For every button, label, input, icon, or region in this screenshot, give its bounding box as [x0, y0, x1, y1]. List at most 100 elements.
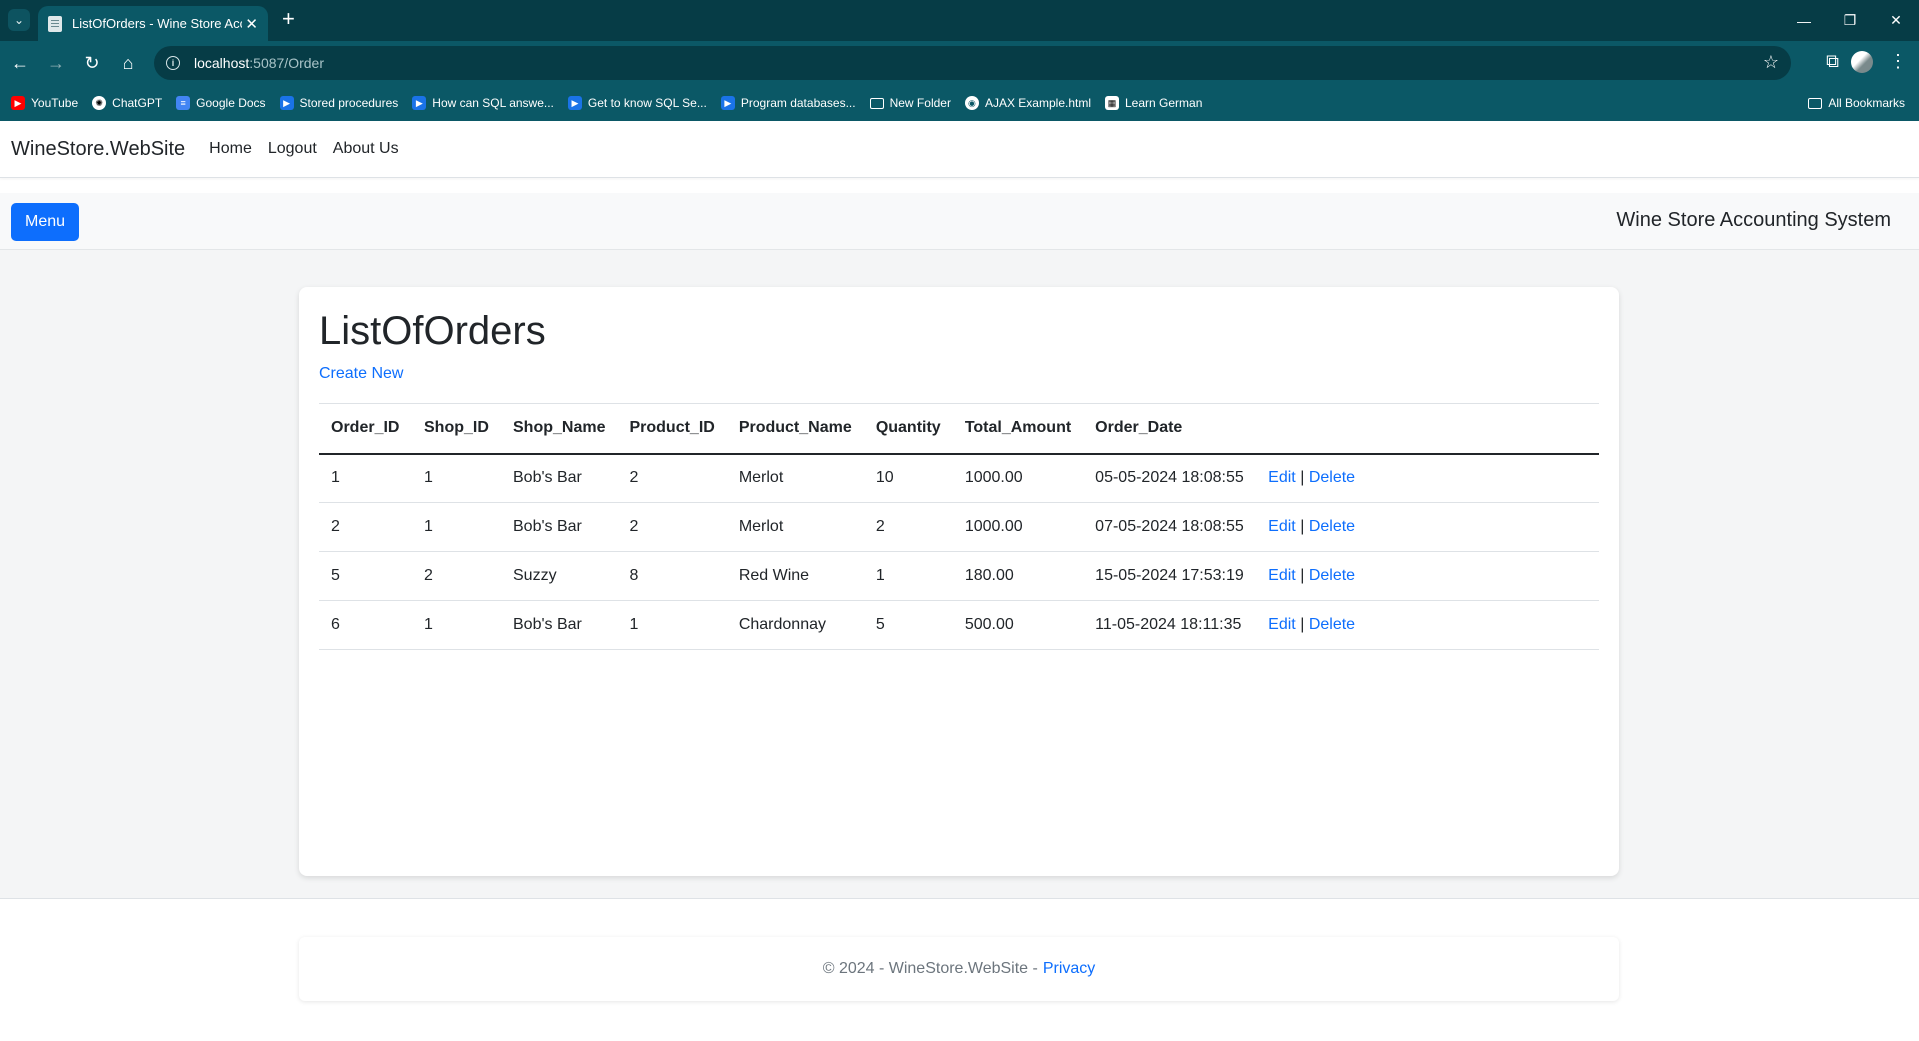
chatgpt-icon: ✺: [92, 96, 107, 110]
col-shop-name: Shop_Name: [513, 419, 606, 437]
bookmarks-bar: ▶ YouTube ✺ ChatGPT ≡ Google Docs ▶ Stored p…: [0, 85, 1919, 121]
privacy-link[interactable]: Privacy: [1043, 960, 1095, 978]
action-separator: |: [1300, 469, 1305, 487]
nav-logout[interactable]: Logout: [268, 140, 317, 158]
cell-actions: Edit | Delete: [1256, 503, 1599, 552]
bookmark-new-folder[interactable]: New Folder: [869, 96, 951, 110]
cell-shop-name: Bob's Bar: [513, 518, 582, 535]
brand-link[interactable]: WineStore.WebSite: [11, 138, 185, 161]
edit-link[interactable]: Edit: [1268, 567, 1296, 584]
bookmark-ajax-example[interactable]: ◉ AJAX Example.html: [964, 96, 1091, 110]
cell-order-id: 1: [331, 469, 340, 487]
cell-shop-id: 1: [424, 518, 433, 535]
cell-quantity: 10: [875, 469, 894, 487]
nav-about-us[interactable]: About Us: [333, 140, 399, 158]
bookmark-program-databases[interactable]: ▶ Program databases...: [720, 96, 856, 110]
orders-card: ListOfOrders Create New Order_ID Shop_ID…: [299, 287, 1619, 876]
cell-quantity: 2: [875, 518, 885, 535]
bookmark-sql-answer[interactable]: ▶ How can SQL answe...: [412, 96, 554, 110]
page-viewport: WineStore.WebSite Home Logout About Us M…: [0, 121, 1919, 1041]
bookmark-youtube[interactable]: ▶ YouTube: [11, 96, 78, 110]
play-icon: ▶: [567, 96, 582, 110]
tab-close-icon[interactable]: ✕: [245, 15, 258, 33]
orders-table: Order_ID Shop_ID Shop_Name Product_ID Pr…: [319, 403, 1599, 650]
browser-toolbar: ← → ↻ ⌂ i localhost:5087/Order ☆ ⧉ ⋮: [0, 41, 1919, 85]
bookmark-stored-procedures[interactable]: ▶ Stored procedures: [279, 96, 398, 110]
cell-shop-id: 1: [424, 616, 433, 633]
cell-shop-name: Bob's Bar: [513, 616, 582, 633]
create-new-link[interactable]: Create New: [319, 365, 403, 383]
extensions-icon[interactable]: ⧉: [1826, 51, 1839, 72]
col-shop-id: Shop_ID: [424, 419, 489, 437]
cell-product-name: Merlot: [738, 469, 784, 487]
reload-icon[interactable]: ↻: [80, 51, 104, 75]
delete-link[interactable]: Delete: [1309, 469, 1355, 486]
site-info-icon[interactable]: i: [166, 56, 180, 70]
cell-product-name: Chardonnay: [738, 616, 826, 633]
all-bookmarks[interactable]: All Bookmarks: [1808, 85, 1905, 121]
cell-total-amount: 500.00: [964, 616, 1014, 633]
cell-product-name: Red Wine: [738, 567, 810, 584]
table-row: 1 1 Bob's Bar 2 Merlot 10 1000.00 05-05-…: [319, 454, 1599, 503]
forward-icon[interactable]: →: [44, 51, 68, 75]
menu-button[interactable]: Menu: [11, 203, 80, 241]
cell-actions: Edit | Delete: [1256, 552, 1599, 601]
back-icon[interactable]: ←: [8, 51, 32, 75]
new-tab-icon[interactable]: +: [282, 8, 295, 30]
close-window-icon[interactable]: ✕: [1873, 0, 1919, 41]
edit-link[interactable]: Edit: [1268, 616, 1296, 633]
cell-order-date: 15-05-2024 17:53:19: [1095, 567, 1244, 584]
bookmark-google-docs[interactable]: ≡ Google Docs: [176, 96, 266, 110]
delete-link[interactable]: Delete: [1309, 616, 1355, 633]
cell-order-id: 5: [331, 567, 340, 584]
folder-icon: [869, 97, 884, 109]
footer: © 2024 - WineStore.WebSite - Privacy: [0, 898, 1919, 1041]
col-total-amount: Total_Amount: [964, 419, 1072, 437]
play-icon: ▶: [412, 96, 427, 110]
cell-actions: Edit | Delete: [1256, 601, 1599, 650]
cell-order-date: 05-05-2024 18:08:55: [1095, 469, 1244, 487]
play-icon: ▶: [279, 96, 294, 110]
col-order-date: Order_Date: [1095, 419, 1183, 437]
edit-link[interactable]: Edit: [1268, 469, 1296, 486]
cell-product-id: 1: [629, 616, 639, 633]
nav-home[interactable]: Home: [209, 140, 252, 158]
tab-search-chevron-icon[interactable]: ⌄: [8, 9, 30, 31]
bookmark-learn-german[interactable]: ▦ Learn German: [1105, 96, 1202, 110]
delete-link[interactable]: Delete: [1309, 518, 1355, 535]
folder-icon: [1808, 97, 1823, 109]
bookmark-chatgpt[interactable]: ✺ ChatGPT: [92, 96, 162, 110]
browser-menu-icon[interactable]: ⋮: [1889, 51, 1907, 72]
profile-avatar-icon[interactable]: [1851, 51, 1873, 73]
sub-header: Menu Wine Store Accounting System: [0, 193, 1919, 250]
bookmark-sql-server[interactable]: ▶ Get to know SQL Se...: [567, 96, 707, 110]
cell-total-amount: 180.00: [964, 567, 1014, 584]
cell-product-id: 2: [629, 469, 639, 487]
tab-title: ListOfOrders - Wine Store Acco: [72, 16, 242, 31]
cell-shop-id: 1: [424, 469, 433, 487]
bookmark-star-icon[interactable]: ☆: [1763, 52, 1779, 73]
cell-quantity: 5: [875, 616, 885, 633]
table-header-row: Order_ID Shop_ID Shop_Name Product_ID Pr…: [319, 403, 1599, 454]
url-host: localhost: [194, 55, 250, 71]
home-icon[interactable]: ⌂: [116, 51, 140, 75]
restore-icon[interactable]: ❐: [1827, 0, 1873, 41]
col-quantity: Quantity: [875, 419, 941, 437]
cell-order-id: 6: [331, 616, 340, 633]
window-controls: — ❐ ✕: [1781, 0, 1919, 41]
youtube-icon: ▶: [11, 96, 25, 110]
delete-link[interactable]: Delete: [1309, 567, 1355, 584]
edit-link[interactable]: Edit: [1268, 518, 1296, 535]
cell-shop-id: 2: [424, 567, 433, 584]
page-title: ListOfOrders: [319, 309, 546, 353]
footer-card: © 2024 - WineStore.WebSite - Privacy: [299, 937, 1619, 1001]
active-tab[interactable]: ListOfOrders - Wine Store Acco ✕: [38, 6, 268, 41]
google-docs-icon: ≡: [176, 96, 191, 110]
table-row: 5 2 Suzzy 8 Red Wine 1 180.00 15-05-2024…: [319, 552, 1599, 601]
cell-order-date: 07-05-2024 18:08:55: [1095, 518, 1244, 535]
footer-text: © 2024 - WineStore.WebSite -: [822, 960, 1038, 977]
minimize-icon[interactable]: —: [1781, 0, 1827, 41]
cell-quantity: 1: [875, 567, 885, 584]
address-bar[interactable]: i localhost:5087/Order ☆: [154, 46, 1791, 80]
content-area: ListOfOrders Create New Order_ID Shop_ID…: [0, 250, 1919, 898]
